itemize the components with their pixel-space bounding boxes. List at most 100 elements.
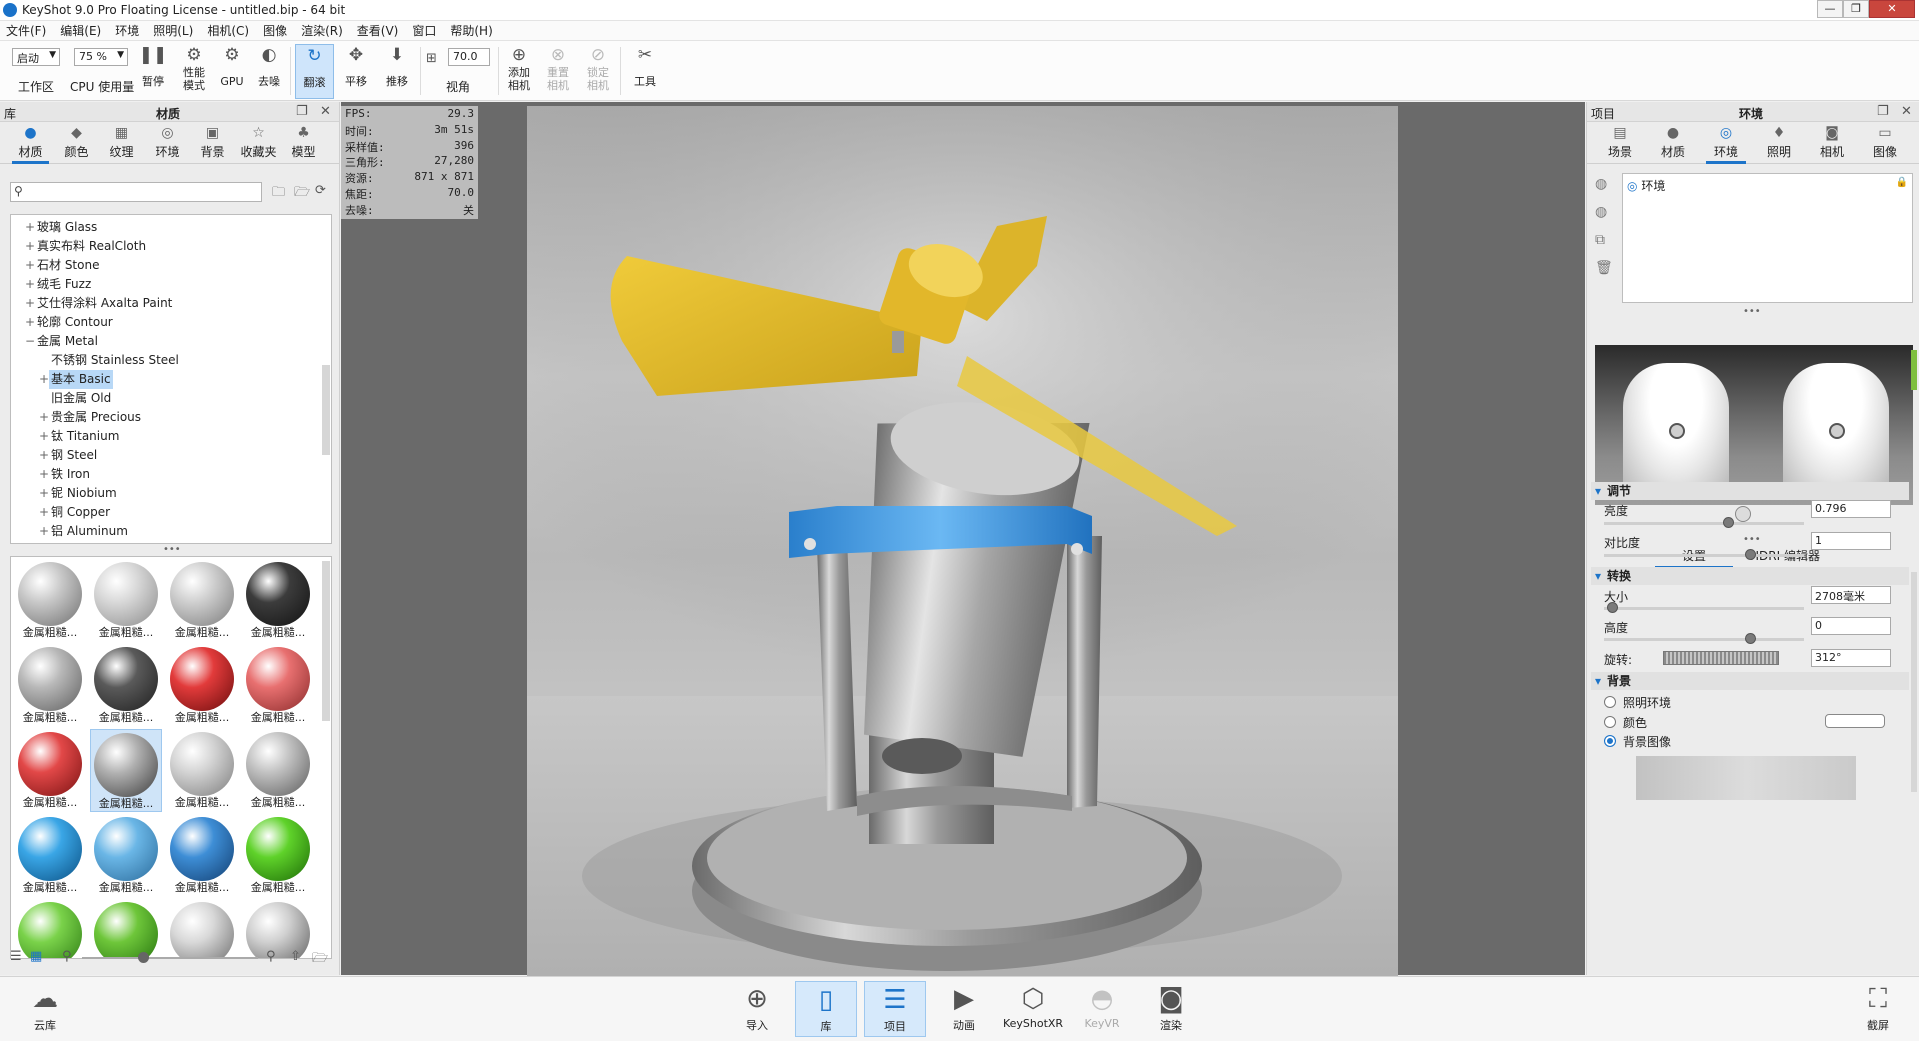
size-slider[interactable] <box>1604 602 1804 613</box>
expand-icon[interactable]: + <box>25 218 35 237</box>
tree-item[interactable]: + 钛 Titanium <box>11 427 321 446</box>
dolly-button[interactable]: ⬇ 推移 <box>381 44 413 99</box>
tree-item[interactable]: + 铌 Niobium <box>11 484 321 503</box>
list-view-icon[interactable]: ☰ <box>10 949 22 964</box>
tab-environments[interactable]: ◎ 环境 <box>145 124 190 164</box>
animation-button[interactable]: ▶ 动画 <box>933 981 995 1037</box>
undock-icon[interactable]: ❐ <box>296 104 308 119</box>
material-thumbnail[interactable]: 金属粗糙... <box>14 559 86 642</box>
menu-camera[interactable]: 相机(C) <box>207 22 249 39</box>
material-thumbnail[interactable]: 金属粗糙... <box>90 559 162 642</box>
splitter-handle[interactable]: ••• <box>1743 534 1761 545</box>
close-panel-icon[interactable]: ✕ <box>1901 104 1912 119</box>
tools-button[interactable]: ✂ 工具 <box>627 44 663 99</box>
copy-environment-icon[interactable]: ⧉ <box>1595 232 1605 248</box>
tree-item[interactable]: + 钢 Steel <box>11 446 321 465</box>
expand-icon[interactable]: + <box>25 237 35 256</box>
folder-options-icon[interactable]: 🗁 <box>294 183 310 205</box>
menu-view[interactable]: 查看(V) <box>357 22 399 39</box>
tab-backplates[interactable]: ▣ 背景 <box>190 124 235 164</box>
tab-project-materials[interactable]: ● 材质 <box>1649 124 1697 164</box>
tree-item[interactable]: − 金属 Metal <box>11 332 321 351</box>
tab-scene[interactable]: ▤ 场景 <box>1596 124 1644 164</box>
tree-item[interactable]: + 铁 Iron <box>11 465 321 484</box>
lock-icon[interactable]: 🔒 <box>1896 177 1908 188</box>
expand-icon[interactable]: + <box>25 275 35 294</box>
close-panel-icon[interactable]: ✕ <box>320 104 331 119</box>
material-thumbnail[interactable]: 金属粗糙... <box>14 729 86 812</box>
project-button[interactable]: ☰ 项目 <box>864 981 926 1037</box>
backplate-image-thumbnail[interactable] <box>1636 756 1856 800</box>
tree-item[interactable]: + 铜 Copper <box>11 503 321 522</box>
delete-icon[interactable]: 🗑 <box>1595 260 1613 276</box>
tumble-button[interactable]: ↻ 翻滚 <box>295 44 334 99</box>
tree-item[interactable]: + 铝 Aluminum <box>11 522 321 541</box>
radio-color[interactable] <box>1604 716 1616 728</box>
tree-item[interactable]: 旧金属 Old <box>11 389 321 408</box>
contrast-input[interactable]: 1 <box>1811 532 1891 550</box>
material-thumbnail[interactable]: 金属粗糙... <box>166 729 238 812</box>
render-image[interactable] <box>527 106 1398 976</box>
zoom-in-icon[interactable]: ⚲ <box>266 949 276 964</box>
tab-favorites[interactable]: ☆ 收藏夹 <box>236 124 281 164</box>
expand-icon[interactable]: + <box>25 294 35 313</box>
import-button[interactable]: ⊕ 导入 <box>726 981 788 1037</box>
hdri-rotation-handle[interactable] <box>1735 506 1751 522</box>
gpu-button[interactable]: ⚙ GPU <box>218 44 246 99</box>
material-thumbnail[interactable]: 金属粗糙... <box>166 644 238 727</box>
properties-scrollbar[interactable] <box>1911 572 1917 792</box>
radio-backplate-image[interactable] <box>1604 735 1616 747</box>
cloud-library-button[interactable]: ☁ 云库 <box>14 981 76 1037</box>
height-input[interactable]: 0 <box>1811 617 1891 635</box>
tab-models[interactable]: ♣ 模型 <box>281 124 326 164</box>
tree-item[interactable]: + 绒毛 Fuzz <box>11 275 321 294</box>
grid-view-icon[interactable]: ▦ <box>30 949 42 964</box>
material-thumbnail[interactable]: 金属粗糙... <box>242 814 314 897</box>
slider-knob[interactable] <box>1607 602 1618 613</box>
expand-icon[interactable]: + <box>39 370 49 389</box>
expand-icon[interactable]: + <box>39 465 49 484</box>
hdri-light-handle[interactable] <box>1829 423 1845 439</box>
contrast-slider[interactable] <box>1604 549 1804 560</box>
menu-help[interactable]: 帮助(H) <box>450 22 492 39</box>
expand-icon[interactable]: + <box>25 313 35 332</box>
menu-image[interactable]: 图像 <box>263 22 287 39</box>
tab-image[interactable]: ▭ 图像 <box>1861 124 1909 164</box>
cpu-usage-select[interactable]: 75 % ▼ <box>74 48 128 66</box>
radio-lighting-environment[interactable] <box>1604 696 1616 708</box>
close-window-button[interactable]: ✕ <box>1869 0 1915 18</box>
hdri-light-handle[interactable] <box>1669 423 1685 439</box>
splitter-handle[interactable]: ••• <box>163 544 181 555</box>
size-input[interactable]: 2708毫米 <box>1811 586 1891 604</box>
tree-item[interactable]: + 贵金属 Precious <box>11 408 321 427</box>
tree-item[interactable]: 不锈钢 Stainless Steel <box>11 351 321 370</box>
keyvr-button[interactable]: ◓ KeyVR <box>1071 981 1133 1037</box>
section-transform-header[interactable]: 转换 <box>1591 567 1909 585</box>
expand-icon[interactable]: + <box>25 256 35 275</box>
library-search-input[interactable]: ⚲ <box>10 182 262 202</box>
material-thumbnail[interactable]: 金属粗糙... <box>242 644 314 727</box>
minimize-button[interactable]: — <box>1817 0 1843 18</box>
menu-environment[interactable]: 环境 <box>115 22 139 39</box>
workspace-select[interactable]: 启动 ▼ <box>12 48 60 66</box>
menu-lighting[interactable]: 照明(L) <box>153 22 193 39</box>
expand-icon[interactable]: + <box>39 446 49 465</box>
expand-icon[interactable]: + <box>39 484 49 503</box>
tab-colors[interactable]: ◆ 颜色 <box>54 124 99 164</box>
library-button[interactable]: ▯ 库 <box>795 981 857 1037</box>
render-button[interactable]: ◙ 渲染 <box>1140 981 1202 1037</box>
rotation-jog-dial[interactable] <box>1663 651 1779 665</box>
pause-button[interactable]: ❚❚ 暂停 <box>138 44 168 99</box>
folder-import-icon[interactable]: 🗁 <box>312 949 328 971</box>
height-slider[interactable] <box>1604 633 1804 644</box>
brightness-input[interactable]: 0.796 <box>1811 500 1891 518</box>
denoise-button[interactable]: ◐ 去噪 <box>254 44 284 99</box>
expand-icon[interactable]: + <box>39 522 49 541</box>
thumbnail-scrollbar[interactable] <box>322 561 330 721</box>
screenshot-button[interactable]: ⛶ 截屏 <box>1847 981 1909 1037</box>
keyshotxr-button[interactable]: ⬡ KeyShotXR <box>1002 981 1064 1037</box>
section-background-header[interactable]: 背景 <box>1591 672 1909 690</box>
expand-icon[interactable]: + <box>39 503 49 522</box>
refresh-icon[interactable]: ⟳ <box>315 183 326 198</box>
material-thumbnail[interactable]: 金属粗糙... <box>166 559 238 642</box>
